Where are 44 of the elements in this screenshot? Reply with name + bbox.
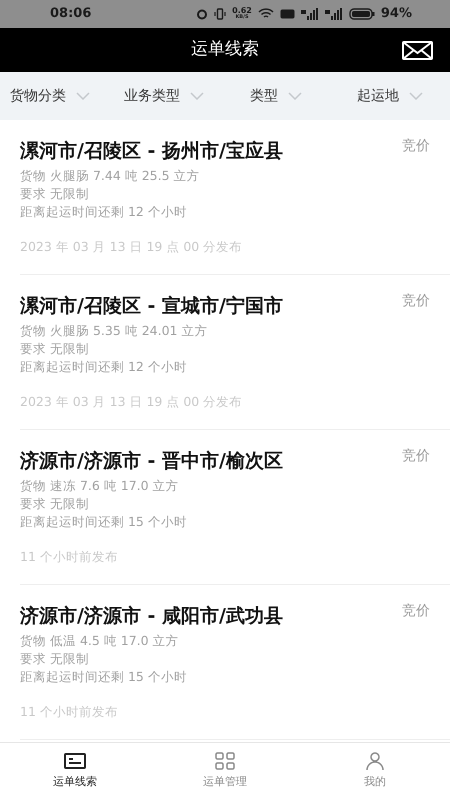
signal-icon [324,8,343,20]
remaining-time: 距离起运时间还剩 15 个小时 [20,668,188,686]
signal-icon [300,8,319,20]
nav-tab[interactable]: 我的 [300,743,450,800]
route-title: 漯河市/召陵区 - 宣城市/宁国市 [20,294,283,319]
pricing-tag: 竞价 [402,446,430,467]
person-icon [365,752,385,770]
remaining-time: 距离起运时间还剩 12 个小时 [20,203,188,221]
chevron-down-icon [288,92,302,100]
pricing-tag: 竞价 [402,601,430,622]
net-speed: 0.62 [232,7,252,14]
chevron-down-icon [76,92,90,100]
requirement-text: 要求 无限制 [20,185,90,203]
chevron-down-icon [190,92,204,100]
header-title: 运单线索 [191,38,259,62]
remaining-time: 距离起运时间还剩 12 个小时 [20,358,188,376]
vibrate-icon [214,8,226,20]
nav-tab[interactable]: 运单管理 [150,743,300,800]
requirement-text: 要求 无限制 [20,650,90,668]
pricing-tag: 竞价 [402,136,430,157]
wifi-icon [258,8,274,20]
route-title: 漯河市/召陵区 - 扬州市/宝应县 [20,139,283,164]
requirement-text: 要求 无限制 [20,495,90,513]
cargo-info: 货物 火腿肠 5.35 吨 24.01 立方 [20,322,208,340]
battery-icon [348,8,375,20]
cargo-info: 货物 火腿肠 7.44 吨 25.5 立方 [20,167,201,185]
filter-dropdown[interactable]: 起运地 [342,86,450,106]
filter-dropdown[interactable]: 类型 [240,86,342,106]
card-icon [64,753,86,769]
mail-icon[interactable] [402,41,433,60]
status-time: 08:06 [50,5,92,24]
grid-icon [215,752,235,770]
nav-tab[interactable]: 运单线索 [0,743,150,800]
cargo-info: 货物 速冻 7.6 吨 17.0 立方 [20,477,180,495]
chevron-down-icon [409,92,423,100]
filter-dropdown[interactable]: 业务类型 [112,86,240,106]
pricing-tag: 竞价 [402,291,430,312]
filter-dropdown[interactable]: 货物分类 [0,86,112,106]
route-title: 济源市/济源市 - 咸阳市/武功县 [20,604,283,629]
remaining-time: 距离起运时间还剩 15 个小时 [20,513,188,531]
route-title: 济源市/济源市 - 晋中市/榆次区 [20,449,283,474]
requirement-text: 要求 无限制 [20,340,90,358]
battery-level: 94% [380,5,412,24]
cargo-info: 货物 低温 4.5 吨 17.0 立方 [20,632,180,650]
